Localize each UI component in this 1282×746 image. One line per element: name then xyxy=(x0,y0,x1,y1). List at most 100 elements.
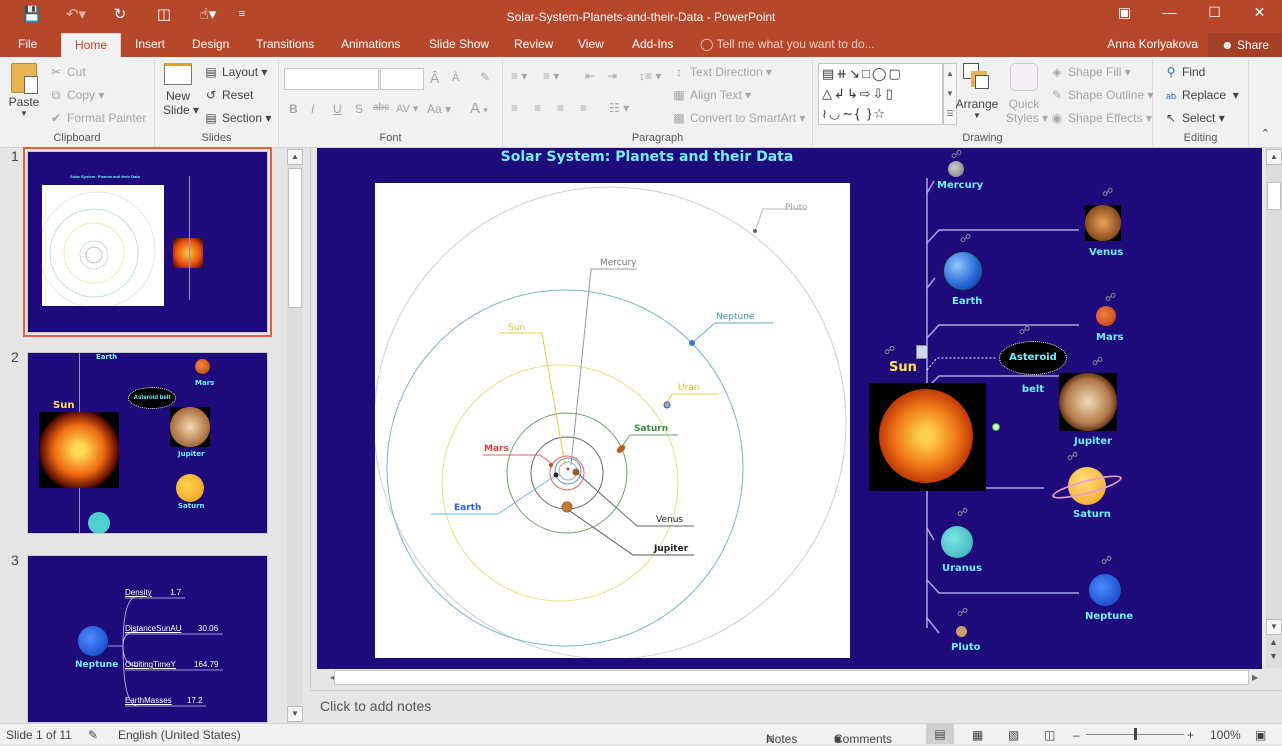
scroll-thumb[interactable] xyxy=(334,670,1249,685)
mars-icon[interactable] xyxy=(1096,306,1116,326)
select-button[interactable]: ↖ Select ▾ xyxy=(1163,111,1225,125)
notes-placeholder[interactable]: Click to add notes xyxy=(320,698,431,714)
text-direction-button[interactable]: ↕ Text Direction ▾ xyxy=(671,65,772,79)
link-icon[interactable]: ☍ xyxy=(884,344,895,357)
format-painter-button[interactable]: ✔ Format Painter xyxy=(48,111,146,125)
link-icon[interactable]: ☍ xyxy=(957,506,968,519)
align-left-button[interactable]: ≡ xyxy=(511,101,518,115)
earth-icon[interactable] xyxy=(943,251,983,291)
reset-button[interactable]: ↺ Reset xyxy=(203,88,253,102)
bold-button[interactable]: B xyxy=(289,102,298,116)
link-icon[interactable]: ☍ xyxy=(1019,324,1030,337)
arrange-button[interactable]: Arrange ▼ xyxy=(955,63,999,120)
new-slide-button[interactable]: New Slide ▾ xyxy=(163,63,199,117)
maximize-icon[interactable]: ☐ xyxy=(1192,4,1237,21)
language-indicator[interactable]: English (United States) xyxy=(118,728,241,742)
slide-hscrollbar[interactable]: ◀ ▶ xyxy=(330,670,1265,686)
grow-font-button[interactable]: Â xyxy=(430,70,439,86)
align-text-button[interactable]: ▦ Align Text ▾ xyxy=(671,88,751,102)
collapse-toggle-icon[interactable] xyxy=(992,423,1000,431)
tab-design[interactable]: Design xyxy=(184,33,237,57)
zoom-level[interactable]: 100% xyxy=(1210,728,1241,742)
tab-review[interactable]: Review xyxy=(506,33,561,57)
zoom-in-button[interactable]: + xyxy=(1187,728,1194,742)
spell-check-icon[interactable]: ✎ xyxy=(88,728,98,742)
align-right-button[interactable]: ≡ xyxy=(557,101,564,115)
tab-slide-show[interactable]: Slide Show xyxy=(421,33,497,57)
tab-home[interactable]: Home xyxy=(61,33,121,57)
columns-button[interactable]: ☷ ▾ xyxy=(609,101,629,115)
scroll-thumb[interactable] xyxy=(288,168,302,308)
user-name[interactable]: Anna Korlyakova xyxy=(1107,37,1198,51)
decrease-indent-button[interactable]: ⇤ xyxy=(585,69,595,83)
scroll-down-button[interactable]: ▼ xyxy=(1266,619,1282,635)
italic-button[interactable]: I xyxy=(311,102,314,116)
normal-view-button[interactable]: ▤ xyxy=(926,724,954,744)
link-icon[interactable]: ☍ xyxy=(1102,186,1113,199)
mercury-icon[interactable] xyxy=(948,161,964,177)
clear-formatting-icon[interactable]: ✎ xyxy=(480,70,490,84)
line-spacing-button[interactable]: ↕≡ ▾ xyxy=(639,69,661,83)
strikethrough-button[interactable]: abc xyxy=(373,102,389,113)
note-icon[interactable] xyxy=(916,345,928,359)
slide-sorter-button[interactable]: ▦ xyxy=(972,728,983,742)
zoom-slider-thumb[interactable] xyxy=(1134,728,1137,740)
share-button[interactable]: ☻ Share xyxy=(1208,33,1282,57)
align-center-button[interactable]: ≡ xyxy=(534,101,541,115)
link-icon[interactable]: ☍ xyxy=(1092,355,1103,368)
tab-file[interactable]: File xyxy=(10,33,45,57)
asteroid-belt-node[interactable]: Asteroid belt xyxy=(999,341,1067,395)
shapes-gallery[interactable]: ▤⧺↘□◯▢ △↲↳⇨⇩▯ ≀◡∼{ }☆ xyxy=(818,63,943,125)
fit-to-window-icon[interactable]: ▣ xyxy=(1255,728,1266,742)
shrink-font-button[interactable]: À xyxy=(452,72,459,84)
tab-transitions[interactable]: Transitions xyxy=(248,33,322,57)
sun-image[interactable] xyxy=(869,383,986,491)
thumbnails-scrollbar[interactable]: ▲ ▼ xyxy=(287,148,303,723)
link-icon[interactable]: ☍ xyxy=(1067,450,1078,463)
numbering-button[interactable]: ≡ ▾ xyxy=(543,69,559,83)
justify-button[interactable]: ≡ xyxy=(580,101,587,115)
tab-animations[interactable]: Animations xyxy=(333,33,408,57)
tab-add-ins[interactable]: Add-Ins xyxy=(624,33,681,57)
slideshow-button[interactable]: ◫ xyxy=(1044,728,1055,742)
collapse-ribbon-icon[interactable]: ⌃ xyxy=(1261,127,1270,140)
pluto-icon[interactable] xyxy=(956,626,967,637)
slide-thumbnail-2[interactable]: Earth Mars Sun Asteroid belt Jupiter Sat… xyxy=(27,352,268,534)
shadow-button[interactable]: S xyxy=(355,102,363,116)
neptune-icon[interactable] xyxy=(1089,574,1121,606)
zoom-out-button[interactable]: – xyxy=(1073,728,1080,742)
link-icon[interactable]: ☍ xyxy=(1101,554,1112,567)
venus-image[interactable] xyxy=(1085,205,1121,241)
tell-me-box[interactable]: ◯ Tell me what you want to do... xyxy=(700,37,875,51)
slide-canvas[interactable]: Solar System: Planets and their Data Plu… xyxy=(317,148,1262,669)
notes-pane[interactable]: Click to add notes xyxy=(310,690,1282,723)
link-icon[interactable]: ☍ xyxy=(960,232,971,245)
font-name-select[interactable] xyxy=(284,68,379,90)
scroll-up-button[interactable]: ▲ xyxy=(1266,149,1282,165)
orbit-diagram[interactable]: Pluto Mercury Neptune Sun Uran Saturn Ma… xyxy=(373,183,850,660)
slide-thumbnail-3[interactable]: Neptune Density 1.7 DistanceSunAU 30.06 … xyxy=(27,555,268,723)
underline-button[interactable]: U xyxy=(333,102,342,116)
next-slide-icon[interactable]: ▼ xyxy=(1269,651,1278,661)
scroll-thumb[interactable] xyxy=(1267,182,1281,210)
layout-button[interactable]: ▤ Layout ▾ xyxy=(203,65,267,79)
slide-vscrollbar[interactable]: ▲ ▼ ▲ ▼ xyxy=(1266,148,1282,668)
find-button[interactable]: ⚲ Find xyxy=(1163,65,1206,79)
increase-indent-button[interactable]: ⇥ xyxy=(607,69,617,83)
tab-view[interactable]: View xyxy=(570,33,612,57)
link-icon[interactable]: ☍ xyxy=(1105,291,1116,304)
ribbon-display-icon[interactable]: ▣ xyxy=(1102,4,1147,21)
replace-button[interactable]: ab Replace ▾ xyxy=(1163,88,1239,102)
scroll-down-button[interactable]: ▼ xyxy=(287,706,303,722)
reading-view-button[interactable]: ▧ xyxy=(1008,728,1019,742)
tab-insert[interactable]: Insert xyxy=(127,33,173,57)
link-icon[interactable]: ☍ xyxy=(951,148,962,161)
char-spacing-button[interactable]: AV ▾ xyxy=(396,102,418,115)
shape-effects-button[interactable]: ◉ Shape Effects ▾ xyxy=(1049,111,1152,125)
scroll-right-button[interactable]: ▶ xyxy=(1252,670,1266,686)
uranus-icon[interactable] xyxy=(941,526,973,558)
copy-button[interactable]: ⧉ Copy ▾ xyxy=(48,88,105,103)
shape-fill-button[interactable]: ◈ Shape Fill ▾ xyxy=(1049,65,1130,79)
close-icon[interactable]: ✕ xyxy=(1237,4,1282,21)
convert-smartart-button[interactable]: ▩ Convert to SmartArt ▾ xyxy=(671,111,805,125)
